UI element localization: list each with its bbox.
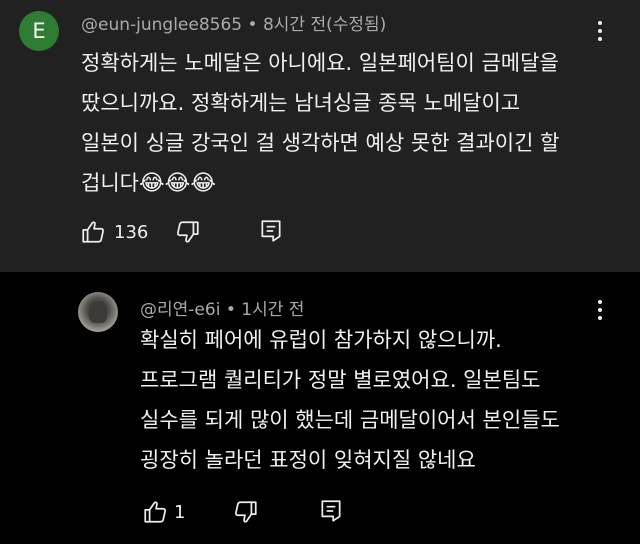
comment-line: 프로그램 퀄리티가 정말 별로였어요. 일본팀도 [140,368,541,392]
author-name[interactable]: @리연-e6i [140,300,220,320]
reply-icon[interactable] [258,218,284,244]
comment-line: 확실히 페어에 유럽이 참가하지 않으니까. [140,328,502,352]
comment-line-last: 겁니다😂😂😂 [81,163,601,204]
dislike-icon[interactable] [233,499,259,525]
comment-meta: @eun-junglee8565 • 8시간 전(수정됨) [81,10,386,35]
like-icon[interactable] [142,499,168,525]
author-name[interactable]: @eun-junglee8565 [81,15,242,35]
comment-text: 정확하게는 노메달은 아니에요. 일본페어팀이 금메달을 땄으니까요. 정확하게… [81,43,601,204]
author-avatar[interactable]: E [19,11,59,51]
laughing-emoji: 😂😂😂 [138,171,217,196]
comment-time: 1시간 전 [241,300,305,320]
dislike-icon[interactable] [175,219,201,245]
comment-1: E @eun-junglee8565 • 8시간 전(수정됨) 정확하게는 노메… [0,0,640,272]
meta-separator: • [225,300,236,320]
comment-line: 굉장히 놀라던 표정이 잊혀지질 않네요 [140,448,476,472]
comment-text: 확실히 페어에 유럽이 참가하지 않으니까. 프로그램 퀄리티가 정말 별로였어… [140,320,610,480]
like-count: 1 [174,502,186,523]
like-icon[interactable] [80,219,106,245]
comment-line-text: 겁니다 [81,171,139,195]
like-count: 136 [114,222,149,243]
reply-icon[interactable] [318,498,344,524]
more-options-icon[interactable] [594,20,606,42]
comment-line: 정확하게는 노메달은 아니에요. 일본페어팀이 금메달을 [81,51,559,75]
comment-time: 8시간 전(수정됨) [262,15,387,35]
comment-line: 땄으니까요. 정확하게는 남녀싱글 종목 노메달이고 [81,91,521,115]
comment-line: 일본이 싱글 강국인 걸 생각하면 예상 못한 결과이긴 할 [81,131,560,155]
more-options-icon[interactable] [594,299,606,321]
author-avatar[interactable] [78,292,118,332]
meta-separator: • [247,15,258,35]
comment-meta: @리연-e6i • 1시간 전 [140,295,304,320]
comment-line: 실수를 되게 많이 했는데 금메달이어서 본인들도 [140,408,560,432]
